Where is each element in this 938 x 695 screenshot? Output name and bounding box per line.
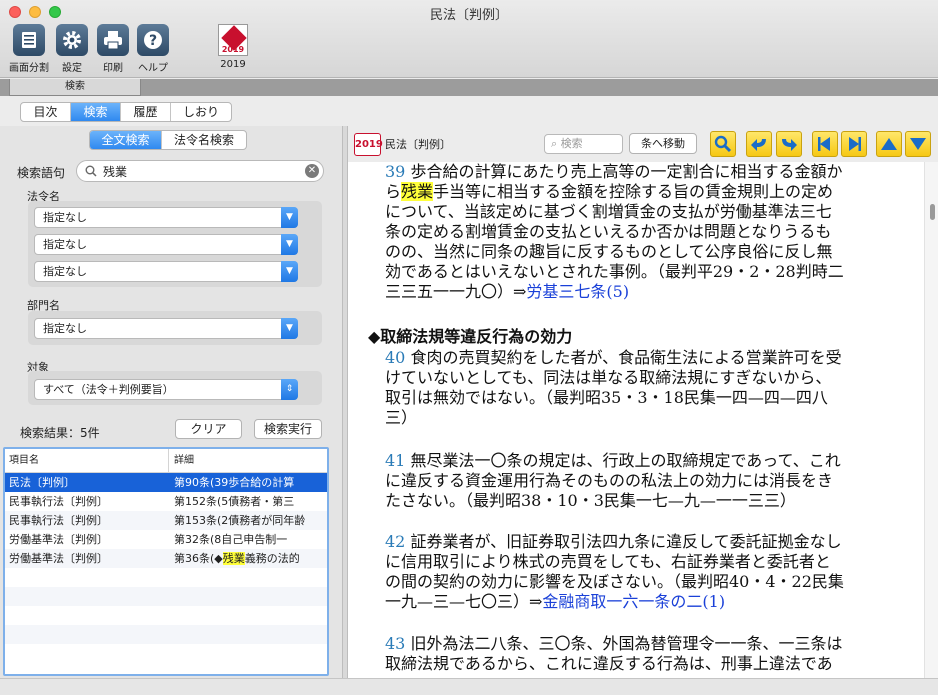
- search-term-label: 検索語句: [17, 166, 66, 180]
- clear-search-icon[interactable]: ✕: [305, 164, 319, 178]
- article-number[interactable]: 42: [385, 532, 405, 551]
- column-header-name[interactable]: 項目名: [5, 449, 169, 472]
- results-header: 項目名 詳細: [5, 449, 327, 473]
- chevron-down-icon: ▼: [281, 207, 298, 228]
- clear-button[interactable]: クリア: [175, 419, 242, 439]
- empty-row: [5, 644, 327, 663]
- result-count: 検索結果：5件: [20, 426, 100, 440]
- paragraph-40: 40 食肉の売買契約をした者が、食品衛生法による営業許可を受 けていないとしても…: [385, 348, 842, 427]
- law-name-select-3[interactable]: 指定なし ▼: [34, 261, 298, 282]
- column-header-detail[interactable]: 詳細: [169, 449, 194, 472]
- section-select[interactable]: 指定なし ▼: [34, 318, 298, 339]
- full-text-search-tab[interactable]: 全文検索: [90, 131, 162, 149]
- document-content: 39 歩合給の計算にあたり売上高等の一定割合に相当する金額か ら残業手当等に相当…: [348, 162, 924, 678]
- tab-history[interactable]: 履歴: [121, 103, 171, 121]
- help-button[interactable]: ? ヘルプ: [123, 24, 183, 74]
- reader-toolbar: 2019 民法〔判例〕 ⌕ 検索 条へ移動: [348, 126, 938, 162]
- empty-row: [5, 606, 327, 625]
- chevron-down-icon: ▼: [281, 261, 298, 282]
- book-cover-icon: 2019: [218, 24, 248, 56]
- tab-search[interactable]: 検索: [71, 103, 121, 121]
- forward-icon[interactable]: [776, 131, 802, 157]
- scroll-thumb[interactable]: [930, 204, 935, 220]
- law-name-select-1[interactable]: 指定なし ▼: [34, 207, 298, 228]
- document-search-input[interactable]: ⌕ 検索: [544, 134, 623, 154]
- article-number[interactable]: 43: [385, 634, 405, 653]
- results-table: 項目名 詳細 民法〔判例〕 第90条(39歩合給の計算 民事執行法〔判例〕 第152…: [3, 447, 329, 676]
- help-icon: ?: [137, 24, 169, 56]
- article-number[interactable]: 41: [385, 451, 405, 470]
- search-hit: 残業: [401, 182, 434, 201]
- law-name-select-2[interactable]: 指定なし ▼: [34, 234, 298, 255]
- scroll-up-icon[interactable]: [876, 131, 902, 157]
- scroll-down-icon[interactable]: [905, 131, 931, 157]
- table-row[interactable]: 民事執行法〔判例〕 第153条(2債務者が同年齢: [5, 511, 327, 530]
- search-icon[interactable]: [710, 131, 736, 157]
- search-input[interactable]: 残業 ✕: [76, 160, 324, 182]
- edition-badge: 2019: [354, 133, 383, 156]
- book-button[interactable]: 2019 2019: [203, 24, 263, 70]
- empty-row: [5, 625, 327, 644]
- next-article-icon[interactable]: [841, 131, 867, 157]
- chevron-updown-icon: ⇕: [281, 379, 298, 400]
- article-number[interactable]: 40: [385, 348, 405, 367]
- paragraph-41: 41 無尽業法一〇条の規定は、行政上の取締規定であって、これ に違反する資金運用…: [385, 451, 841, 510]
- search-icon: [85, 165, 97, 177]
- article-number[interactable]: 39: [385, 162, 405, 181]
- run-search-button[interactable]: 検索実行: [254, 419, 322, 439]
- paragraph-39: 39 歩合給の計算にあたり売上高等の一定割合に相当する金額か ら残業手当等に相当…: [385, 162, 844, 301]
- empty-row: [5, 568, 327, 587]
- cross-reference-link[interactable]: 金融商取一六一条の二(1): [542, 592, 725, 611]
- table-row[interactable]: 労働基準法〔判例〕 第36条(◆残業義務の法的: [5, 549, 327, 568]
- target-select[interactable]: すべて（法令＋判例要旨） ⇕: [34, 379, 298, 400]
- window-title: 民法〔判例〕: [429, 8, 508, 23]
- paragraph-43: 43 旧外為法二八条、三〇条、外国為替管理令一一条、一三条は 取締法規であるから…: [385, 634, 843, 673]
- law-name-search-tab[interactable]: 法令名検索: [162, 131, 246, 149]
- split-screen-icon: [13, 24, 45, 56]
- status-bar: [0, 678, 938, 695]
- book-label: 2019: [220, 59, 246, 70]
- nav-tabs: 目次 検索 履歴 しおり: [20, 102, 232, 122]
- search-panel-tab[interactable]: 検索: [9, 79, 141, 96]
- content-scrollbar[interactable]: [924, 162, 938, 678]
- chevron-down-icon: ▼: [281, 234, 298, 255]
- table-row[interactable]: 民事執行法〔判例〕 第152条(5債務者・第三: [5, 492, 327, 511]
- goto-article-button[interactable]: 条へ移動: [629, 133, 697, 154]
- table-row[interactable]: 民法〔判例〕 第90条(39歩合給の計算: [5, 473, 327, 492]
- table-row[interactable]: 労働基準法〔判例〕 第32条(8自己申告制一: [5, 530, 327, 549]
- prev-article-icon[interactable]: [812, 131, 838, 157]
- search-query: 残業: [103, 164, 128, 179]
- svg-text:?: ?: [149, 33, 157, 49]
- chevron-down-icon: ▼: [281, 318, 298, 339]
- help-label: ヘルプ: [138, 63, 168, 74]
- paragraph-42: 42 証券業者が、旧証券取引法四九条に違反して委託証拠金なし に信用取引により株…: [385, 532, 844, 611]
- document-title: 民法〔判例〕: [385, 138, 451, 151]
- search-mode-toggle: 全文検索 法令名検索: [89, 130, 247, 150]
- section-heading: ◆取締法規等違反行為の効力: [368, 327, 573, 346]
- title-bar: 民法〔判例〕 画面分割 設定 印刷 ? ヘルプ 2019 2019: [0, 0, 938, 78]
- cross-reference-link[interactable]: 労基三七条(5): [526, 282, 629, 301]
- empty-row: [5, 587, 327, 606]
- tab-toc[interactable]: 目次: [21, 103, 71, 121]
- back-icon[interactable]: [746, 131, 772, 157]
- tab-bookmarks[interactable]: しおり: [171, 103, 231, 121]
